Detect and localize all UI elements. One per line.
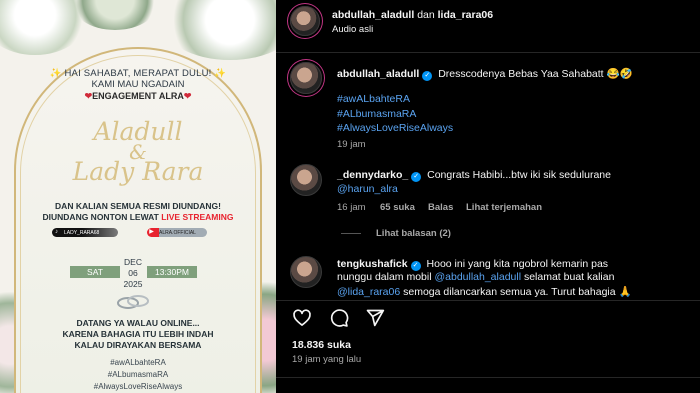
heart-icon[interactable]: [292, 308, 312, 328]
tiktok-handle: LADY_RARA68: [64, 229, 100, 236]
poster-greeting-2: KAMI MAU NGADAIN: [91, 79, 185, 90]
poster-come: DATANG YA WALAU ONLINE...: [76, 318, 200, 328]
comment-text: Dresscodenya Bebas Yaa Sahabatt 😂🤣: [438, 68, 633, 80]
comment-text: Congrats Habibi...btw iki sik sedulurane: [427, 169, 611, 181]
post-authors: abdullah_aladull dan lida_rara06: [332, 9, 493, 21]
tiktok-handle-pill: ♪ LADY_RARA68: [52, 228, 118, 237]
heart-icon: ❤: [183, 91, 192, 101]
poster-name-bride: Lady Rara: [72, 157, 204, 186]
flower-decoration: [160, 0, 276, 60]
poster-year: 2025: [123, 279, 143, 289]
comment-text: selamat buat kalian: [521, 271, 615, 283]
comment-text: semoga dilancarkan semua ya. Turut bahag…: [400, 286, 632, 298]
comment-avatar[interactable]: [290, 256, 322, 288]
comment-time: 16 jam: [337, 202, 366, 213]
post-time: 19 jam yang lalu: [292, 354, 362, 365]
comment-3-line-2: nunggu dalam mobil @abdullah_aladull sel…: [337, 271, 614, 283]
poster-live-streaming: LIVE STREAMING: [161, 212, 234, 222]
translate-button[interactable]: Lihat terjemahan: [466, 202, 542, 213]
mention-link[interactable]: @abdullah_aladull: [434, 271, 521, 283]
tiktok-icon: ♪: [55, 229, 58, 235]
actions-divider: [276, 300, 700, 301]
poster-event-label: ENGAGEMENT ALRA: [92, 91, 184, 101]
comment-icon[interactable]: [329, 308, 349, 328]
verified-icon: ✓: [422, 71, 433, 81]
poster-hashtag: #AlwaysLoveRiseAlways: [93, 382, 183, 391]
poster-time: 13:30PM: [147, 266, 197, 278]
comment-text: nunggu dalam mobil: [337, 271, 435, 283]
comment-text: Hooo ini yang kita ngobrol kemarin pas: [426, 258, 609, 270]
view-replies-button[interactable]: Lihat balasan (2): [376, 228, 451, 239]
comment-avatar[interactable]: [290, 62, 322, 94]
poster-greeting: ✨ HAI SAHABAT, MERAPAT DULU! ✨: [49, 68, 227, 79]
header-divider: [276, 52, 700, 53]
youtube-handle: ALRA.OFFICIAL: [159, 229, 196, 236]
authors-joiner: dan: [414, 9, 438, 21]
verified-icon: ✓: [410, 261, 421, 271]
comment-time: 19 jam: [337, 139, 366, 150]
comment-username[interactable]: abdullah_aladull: [337, 68, 419, 80]
comment-1: abdullah_aladull ✓ Dresscodenya Bebas Yaa…: [337, 67, 633, 81]
poster-event: ❤ENGAGEMENT ALRA❤: [0, 91, 276, 102]
verified-icon: ✓: [411, 172, 422, 182]
audio-label[interactable]: Audio asli: [332, 24, 373, 35]
poster-day: SAT: [70, 266, 120, 278]
share-icon[interactable]: [365, 308, 385, 328]
poster-because: KARENA BAHAGIA ITU LEBIH INDAH: [62, 329, 214, 339]
post-likes[interactable]: 18.836 suka: [292, 339, 351, 351]
mention-link[interactable]: @harun_alra: [337, 183, 398, 195]
poster-hashtag: #ALbumasmaRA: [107, 370, 169, 379]
youtube-handle-pill: ▶ ALRA.OFFICIAL: [147, 228, 207, 237]
post-author-link[interactable]: abdullah_aladull: [332, 9, 414, 21]
poster-celebrate: KALAU DIRAYAKAN BERSAMA: [74, 340, 202, 350]
rings-icon: [117, 295, 149, 309]
hashtag-link[interactable]: #awALbahteRA: [337, 93, 410, 105]
comment-likes[interactable]: 65 suka: [380, 202, 415, 213]
hashtag-link[interactable]: #ALbumasmaRA: [337, 108, 416, 120]
poster-hashtag: #awALbahteRA: [110, 358, 166, 367]
poster-watch: DIUNDANG NONTON LEWAT LIVE STREAMING: [0, 212, 276, 222]
youtube-icon: ▶: [149, 229, 154, 235]
poster-date-number: 06: [128, 268, 138, 278]
footer-divider: [276, 377, 700, 378]
hashtag-link[interactable]: #AlwaysLoveRiseAlways: [337, 122, 453, 134]
replies-line: [341, 233, 361, 234]
comment-2: _dennydarko_ ✓ Congrats Habibi...btw iki …: [337, 169, 611, 182]
comment-username[interactable]: _dennydarko_: [337, 169, 408, 181]
invitation-poster: ✨ HAI SAHABAT, MERAPAT DULU! ✨ KAMI MAU …: [0, 0, 276, 393]
comment-username[interactable]: tengkushafick: [337, 258, 408, 270]
post-coauthor-link[interactable]: lida_rara06: [438, 9, 493, 21]
poster-month: DEC: [124, 257, 142, 267]
comment-3-line-3: @lida_rara06 semoga dilancarkan semua ya…: [337, 285, 632, 298]
mention-link[interactable]: @lida_rara06: [337, 286, 400, 298]
comment-3: tengkushafick ✓ Hooo ini yang kita ngobro…: [337, 258, 608, 271]
comments-panel: abdullah_aladull dan lida_rara06 Audio a…: [276, 0, 700, 393]
post-author-avatar[interactable]: [290, 6, 320, 36]
comment-avatar[interactable]: [290, 164, 322, 196]
poster-watch-prefix: DIUNDANG NONTON LEWAT: [42, 212, 162, 222]
poster-invite: DAN KALIAN SEMUA RESMI DIUNDANG!: [55, 201, 221, 211]
poster-date: SAT DEC 06 2025 13:30PM: [0, 255, 276, 291]
reply-button[interactable]: Balas: [428, 202, 453, 213]
